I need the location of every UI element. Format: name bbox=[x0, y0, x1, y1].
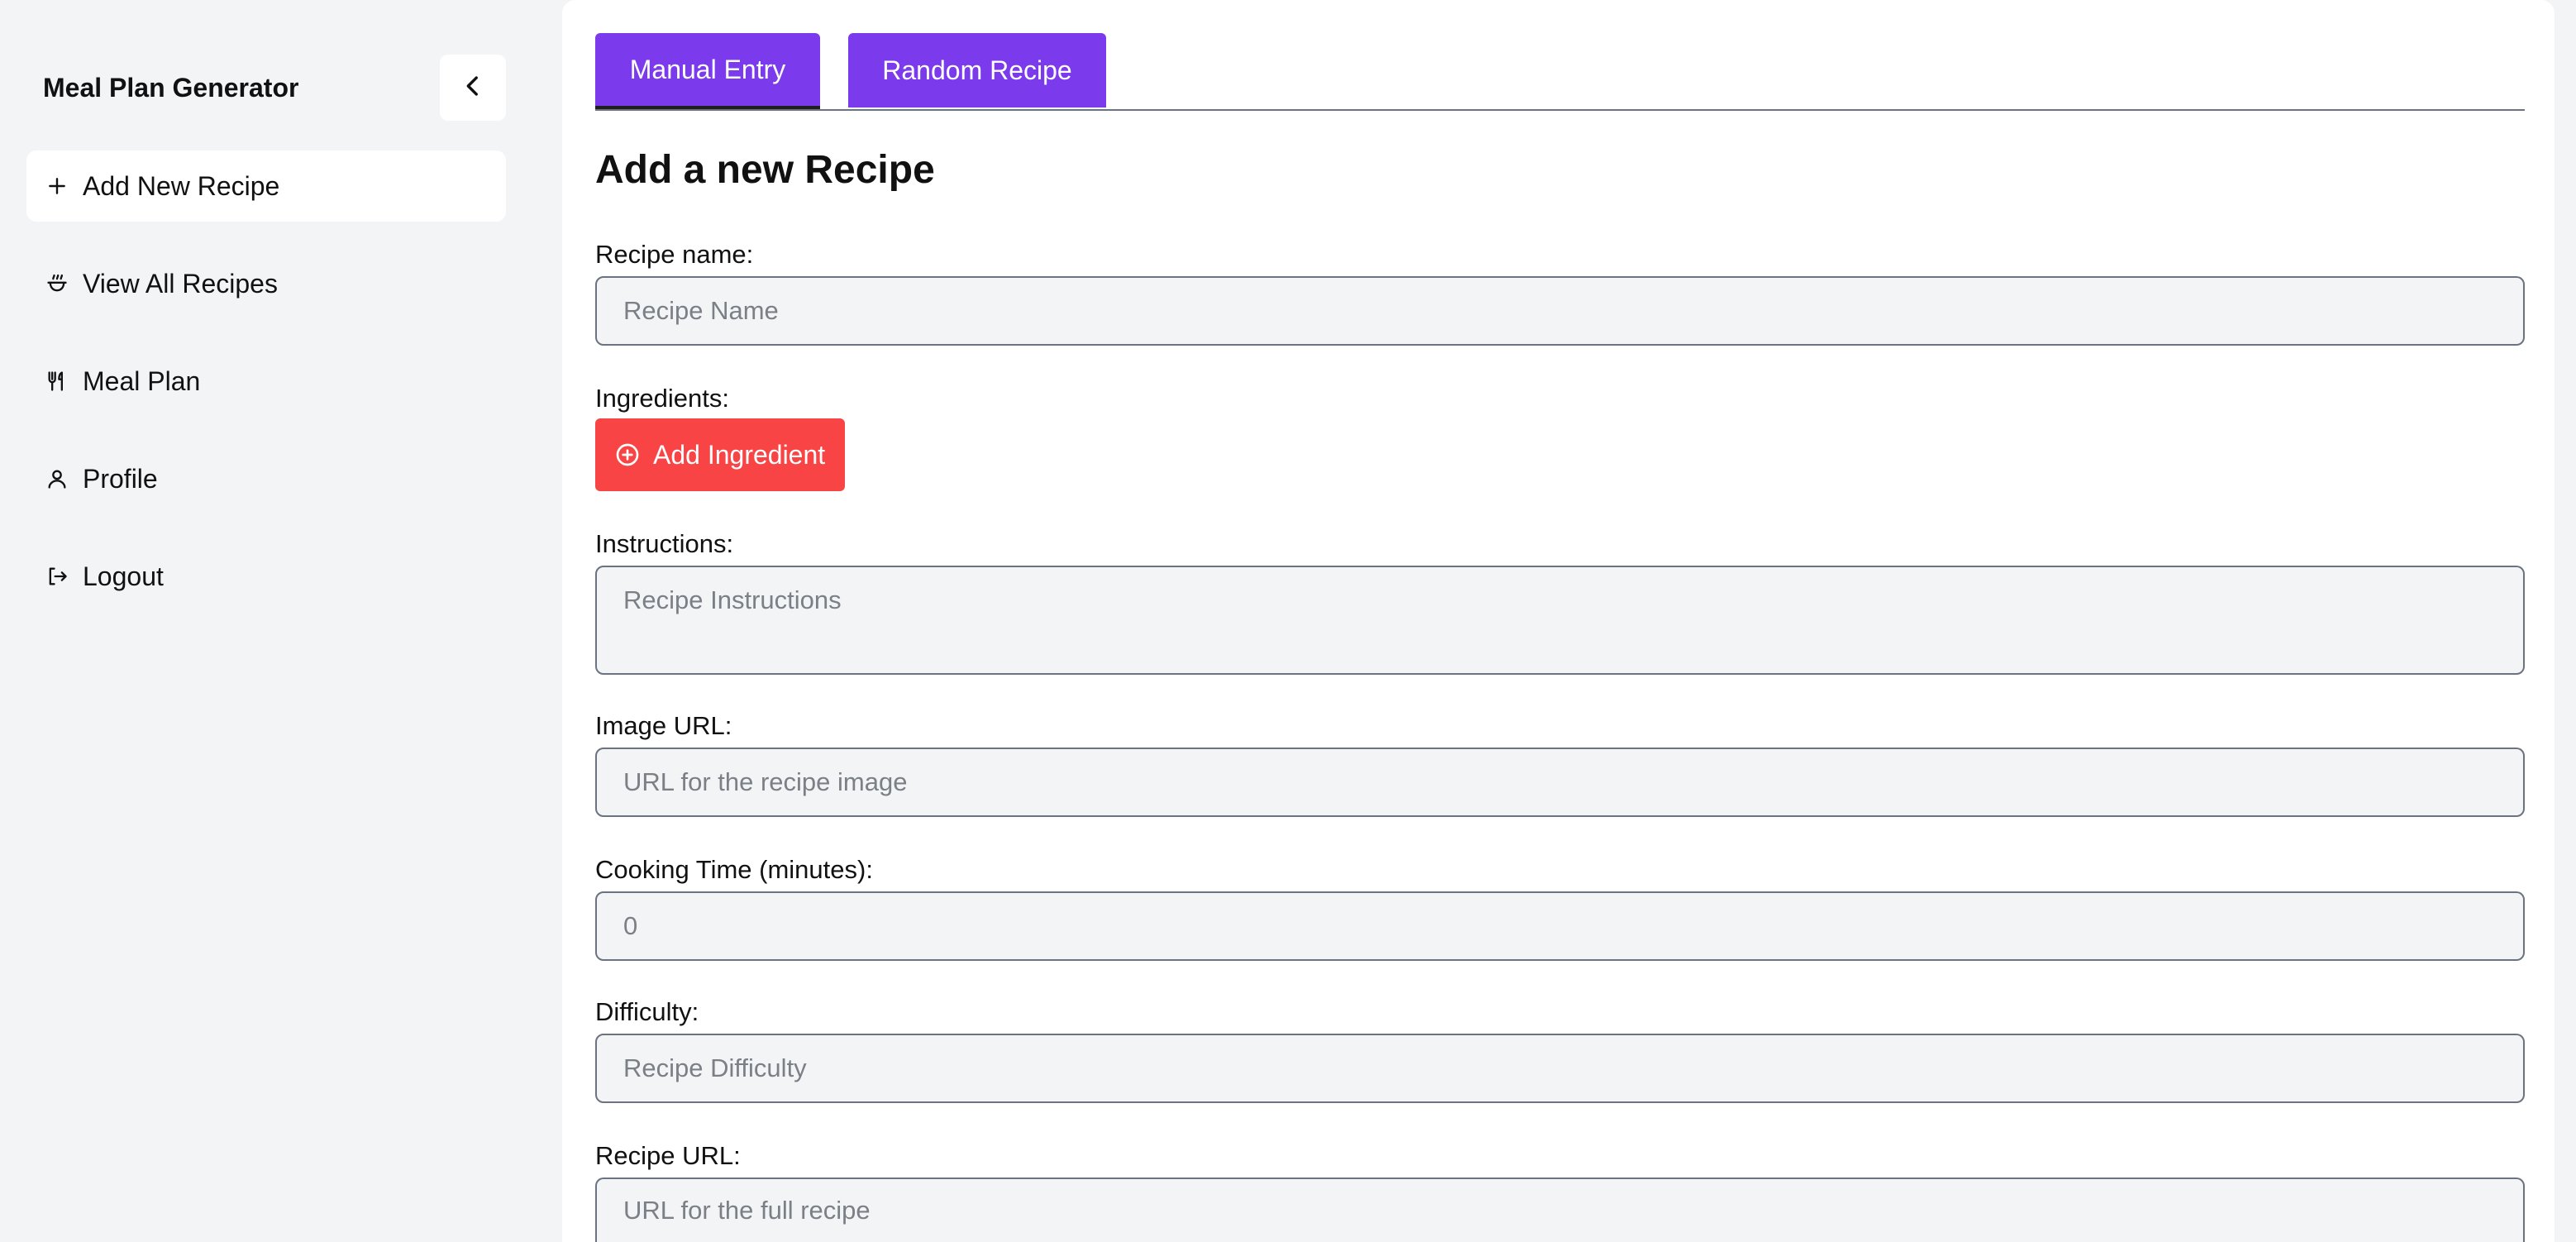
app-title: Meal Plan Generator bbox=[43, 73, 299, 103]
add-ingredient-button[interactable]: Add Ingredient bbox=[595, 418, 845, 491]
utensils-icon bbox=[43, 367, 71, 395]
logout-icon bbox=[43, 562, 71, 590]
difficulty-label: Difficulty: bbox=[595, 997, 699, 1026]
sidebar-item-label: Profile bbox=[83, 463, 158, 494]
instructions-label: Instructions: bbox=[595, 529, 734, 558]
sidebar-header: Meal Plan Generator bbox=[43, 51, 506, 121]
page-title: Add a new Recipe bbox=[595, 148, 935, 192]
cooking-time-input[interactable] bbox=[595, 891, 2525, 961]
sidebar-item-view-all-recipes[interactable]: View All Recipes bbox=[26, 248, 506, 319]
recipe-name-label: Recipe name: bbox=[595, 240, 754, 269]
sidebar: Meal Plan Generator Add New Recipe View … bbox=[0, 0, 531, 1242]
difficulty-input[interactable] bbox=[595, 1034, 2525, 1103]
cooking-pot-icon bbox=[43, 270, 71, 298]
image-url-input[interactable] bbox=[595, 748, 2525, 817]
sidebar-item-meal-plan[interactable]: Meal Plan bbox=[26, 346, 506, 417]
add-ingredient-label: Add Ingredient bbox=[653, 439, 826, 470]
recipe-url-input[interactable] bbox=[595, 1178, 2525, 1242]
sidebar-item-logout[interactable]: Logout bbox=[26, 541, 506, 612]
main-panel: Manual Entry Random Recipe Add a new Rec… bbox=[562, 0, 2555, 1242]
recipe-url-label: Recipe URL: bbox=[595, 1141, 741, 1170]
sidebar-item-label: Add New Recipe bbox=[83, 170, 280, 201]
ingredients-label: Ingredients: bbox=[595, 384, 729, 413]
recipe-name-input[interactable] bbox=[595, 276, 2525, 346]
image-url-label: Image URL: bbox=[595, 711, 732, 740]
instructions-textarea[interactable] bbox=[595, 566, 2525, 675]
tab-random-recipe[interactable]: Random Recipe bbox=[848, 33, 1106, 107]
collapse-sidebar-button[interactable] bbox=[440, 55, 506, 121]
chevron-left-icon bbox=[459, 72, 487, 104]
sidebar-item-profile[interactable]: Profile bbox=[26, 443, 506, 514]
user-icon bbox=[43, 465, 71, 493]
plus-icon bbox=[43, 172, 71, 200]
cooking-time-label: Cooking Time (minutes): bbox=[595, 855, 873, 884]
sidebar-nav: Add New Recipe View All Recipes Meal Pla… bbox=[26, 150, 506, 638]
sidebar-item-label: Meal Plan bbox=[83, 365, 201, 396]
sidebar-item-add-new-recipe[interactable]: Add New Recipe bbox=[26, 150, 506, 222]
sidebar-item-label: Logout bbox=[83, 561, 164, 591]
tab-manual-entry[interactable]: Manual Entry bbox=[595, 33, 820, 109]
entry-tabs: Manual Entry Random Recipe bbox=[595, 33, 2525, 111]
plus-circle-icon bbox=[613, 441, 642, 469]
sidebar-item-label: View All Recipes bbox=[83, 268, 278, 299]
